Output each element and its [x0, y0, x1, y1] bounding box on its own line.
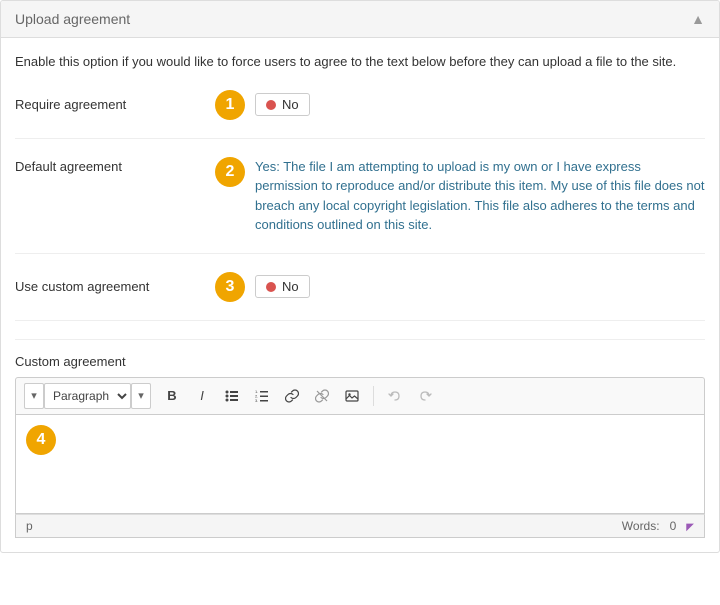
editor-footer: p Words: 0 ◤	[15, 514, 705, 538]
custom-agreement-section: Custom agreement ▾ Paragraph ▾ B I	[15, 339, 705, 538]
redo-icon	[418, 389, 432, 403]
default-agreement-label: Default agreement	[15, 157, 215, 174]
redo-button[interactable]	[412, 383, 438, 409]
svg-text:3.: 3.	[255, 398, 258, 403]
bullet-list-button[interactable]	[219, 383, 245, 409]
panel-body: Enable this option if you would like to …	[1, 38, 719, 552]
toolbar-separator	[373, 386, 374, 406]
step-badge-1: 1	[215, 90, 245, 120]
bold-button[interactable]: B	[159, 383, 185, 409]
italic-button[interactable]: I	[189, 383, 215, 409]
toggle-dot-1	[266, 100, 276, 110]
require-agreement-row: Require agreement 1 No	[15, 90, 705, 139]
editor-content-area[interactable]: 4	[15, 414, 705, 514]
unlink-icon	[315, 389, 329, 403]
panel-title: Upload agreement	[15, 11, 130, 27]
use-custom-agreement-row: Use custom agreement 3 No	[15, 272, 705, 321]
unlink-button[interactable]	[309, 383, 335, 409]
editor-toolbar: ▾ Paragraph ▾ B I	[15, 377, 705, 414]
panel-header: Upload agreement ▲	[1, 1, 719, 38]
step-badge-3: 3	[215, 272, 245, 302]
ordered-list-button[interactable]: 1. 2. 3.	[249, 383, 275, 409]
editor-tag: p	[26, 519, 33, 533]
paragraph-dropdown-btn[interactable]: ▾	[131, 383, 151, 409]
step-badge-4: 4	[26, 425, 56, 455]
use-custom-agreement-badge-row: 3 No	[215, 272, 310, 302]
chevron-up-icon[interactable]: ▲	[691, 11, 705, 27]
paragraph-select[interactable]: Paragraph	[44, 383, 131, 409]
link-button[interactable]	[279, 383, 305, 409]
image-icon	[345, 389, 359, 403]
paragraph-select-group: ▾ Paragraph ▾	[24, 383, 151, 409]
step-badge-2: 2	[215, 157, 245, 187]
require-agreement-toggle[interactable]: No	[255, 93, 310, 116]
require-agreement-label: Require agreement	[15, 97, 215, 112]
undo-button[interactable]	[382, 383, 408, 409]
words-count: 0	[670, 519, 677, 533]
paragraph-chevron-btn[interactable]: ▾	[24, 383, 44, 409]
default-agreement-row: Default agreement 2 Yes: The file I am a…	[15, 157, 705, 254]
ordered-list-icon: 1. 2. 3.	[255, 389, 269, 403]
toggle-dot-2	[266, 282, 276, 292]
use-custom-agreement-label: Use custom agreement	[15, 279, 215, 294]
use-custom-agreement-toggle[interactable]: No	[255, 275, 310, 298]
word-count: Words: 0 ◤	[622, 519, 694, 533]
custom-agreement-label: Custom agreement	[15, 354, 705, 369]
undo-icon	[388, 389, 402, 403]
upload-agreement-panel: Upload agreement ▲ Enable this option if…	[0, 0, 720, 553]
resize-handle[interactable]: ◤	[686, 522, 694, 533]
require-agreement-toggle-label: No	[282, 97, 299, 112]
editor-badge-row: 4	[26, 425, 694, 455]
default-agreement-text: Yes: The file I am attempting to upload …	[255, 157, 705, 235]
link-icon	[285, 389, 299, 403]
bullet-list-icon	[225, 389, 239, 403]
words-label: Words:	[622, 519, 660, 533]
description-text: Enable this option if you would like to …	[15, 52, 705, 72]
default-agreement-badge-row: 2 Yes: The file I am attempting to uploa…	[215, 157, 705, 235]
image-button[interactable]	[339, 383, 365, 409]
require-agreement-badge-row: 1 No	[215, 90, 310, 120]
use-custom-agreement-toggle-label: No	[282, 279, 299, 294]
